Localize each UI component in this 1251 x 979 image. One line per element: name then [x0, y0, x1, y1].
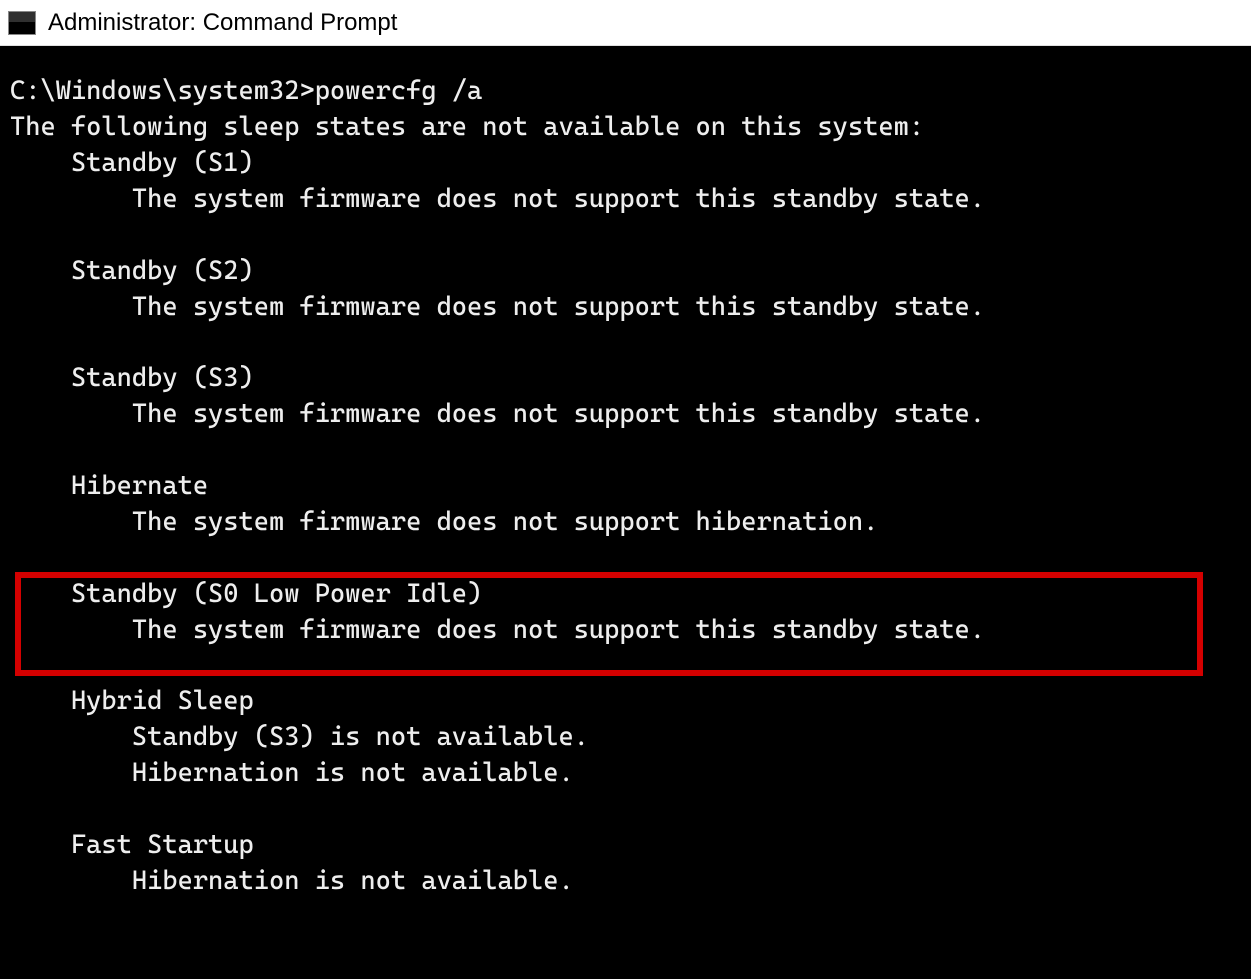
blank-line — [10, 433, 1249, 469]
sleep-state-reason: The system firmware does not support thi… — [10, 182, 1249, 218]
sleep-state-reason: Hibernation is not available. — [10, 864, 1249, 900]
sleep-state-name: Hybrid Sleep — [10, 684, 1249, 720]
sleep-state-reason: Hibernation is not available. — [10, 756, 1249, 792]
sleep-state-reason: The system firmware does not support thi… — [10, 397, 1249, 433]
typed-command: powercfg /a — [315, 76, 483, 106]
sleep-state-reason: The system firmware does not support hib… — [10, 505, 1249, 541]
prompt-line: C:\Windows\system32>powercfg /a — [10, 74, 1249, 110]
prompt: C:\Windows\system32> — [10, 76, 315, 106]
sleep-state-reason: The system firmware does not support thi… — [10, 613, 1249, 649]
sleep-state-name: Standby (S1) — [10, 146, 1249, 182]
output-header: The following sleep states are not avail… — [10, 110, 1249, 146]
command-prompt-window: Administrator: Command Prompt C:\Windows… — [0, 0, 1251, 979]
sleep-state-reason: The system firmware does not support thi… — [10, 290, 1249, 326]
sleep-state-name: Fast Startup — [10, 828, 1249, 864]
blank-line — [10, 792, 1249, 828]
blank-line — [10, 541, 1249, 577]
sleep-state-name: Standby (S0 Low Power Idle) — [10, 577, 1249, 613]
blank-line — [10, 326, 1249, 362]
sleep-state-name: Standby (S3) — [10, 361, 1249, 397]
window-title: Administrator: Command Prompt — [48, 9, 397, 37]
title-bar[interactable]: Administrator: Command Prompt — [0, 0, 1251, 46]
blank-line — [10, 218, 1249, 254]
sleep-state-name: Standby (S2) — [10, 254, 1249, 290]
sleep-state-reason: Standby (S3) is not available. — [10, 720, 1249, 756]
blank-line — [10, 648, 1249, 684]
sleep-state-name: Hibernate — [10, 469, 1249, 505]
terminal-output-area[interactable]: C:\Windows\system32>powercfg /aThe follo… — [0, 46, 1251, 979]
cmd-icon — [8, 11, 36, 35]
